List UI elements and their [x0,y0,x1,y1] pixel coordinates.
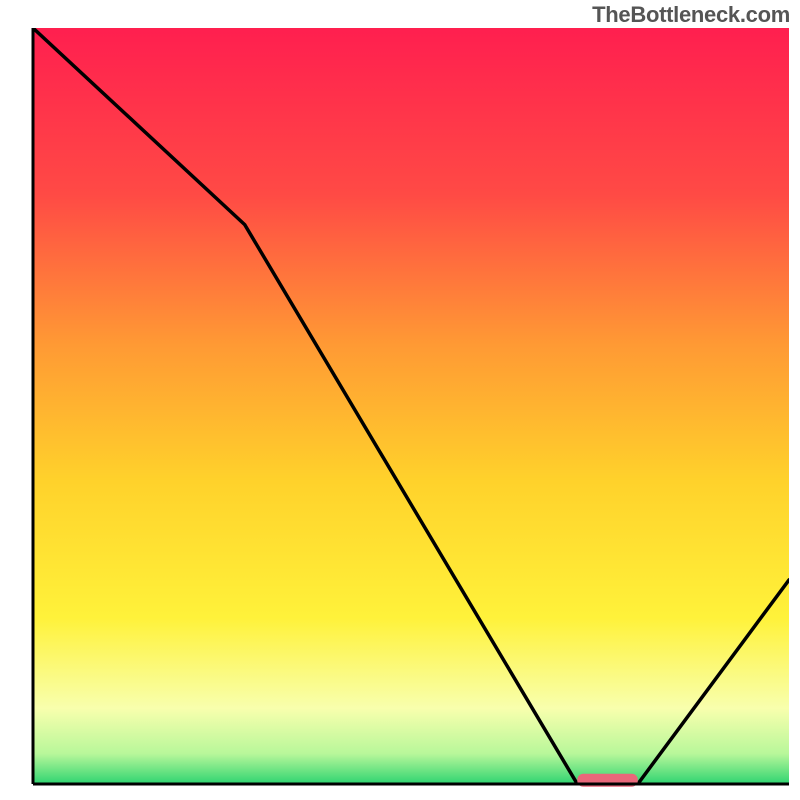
gradient-background [33,28,789,784]
plot-area [33,28,789,784]
chart-svg [0,0,800,800]
chart-container: TheBottleneck.com [0,0,800,800]
watermark-text: TheBottleneck.com [592,2,790,28]
